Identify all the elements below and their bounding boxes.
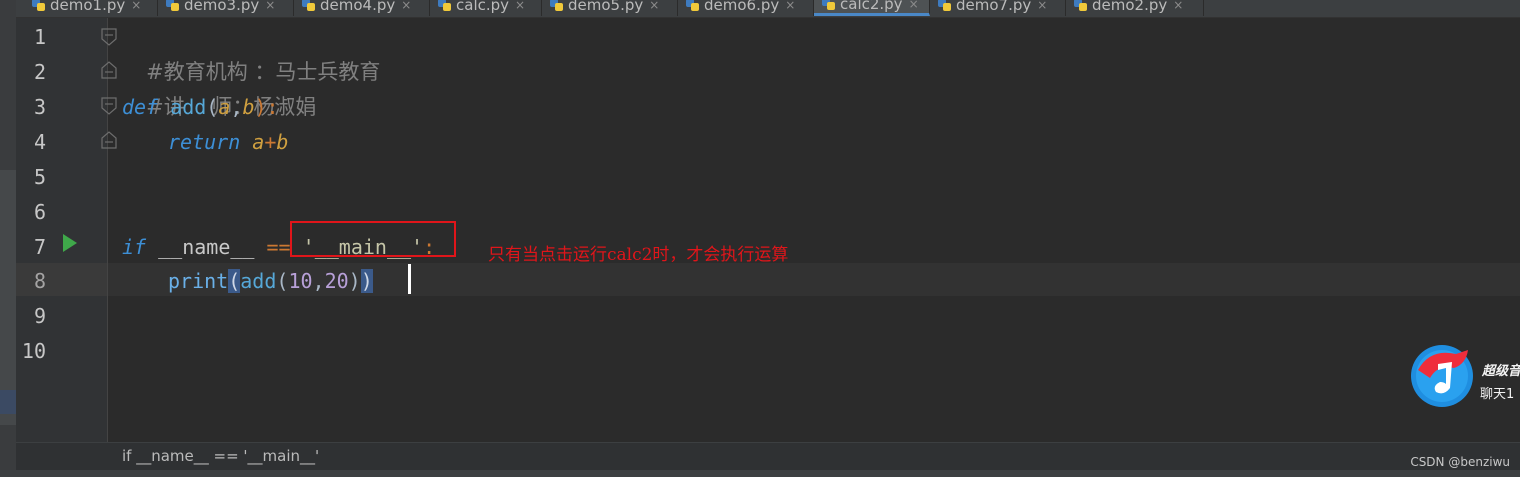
- close-icon[interactable]: ×: [909, 0, 919, 11]
- python-file-icon: [686, 0, 700, 11]
- close-icon[interactable]: ×: [131, 0, 141, 12]
- paren: (: [276, 269, 289, 293]
- logo-title: 超级音: [1482, 364, 1520, 379]
- comma: ,: [230, 95, 243, 119]
- line-number[interactable]: 1: [16, 20, 46, 55]
- keyword-return: return: [168, 130, 241, 154]
- tab-label: demo6.py: [704, 0, 780, 14]
- tab-calc2[interactable]: calc2.py ×: [814, 0, 930, 16]
- fold-end-icon[interactable]: [101, 61, 117, 79]
- param: a: [252, 130, 265, 154]
- comma: ,: [312, 269, 325, 293]
- code-line-1[interactable]: #教育机构 ：马士兵教育: [122, 20, 380, 84]
- close-icon[interactable]: ×: [649, 0, 659, 12]
- line-number[interactable]: 5: [16, 160, 46, 195]
- python-file-icon: [438, 0, 452, 11]
- line-number[interactable]: 4: [16, 125, 46, 160]
- editor-tab-bar: demo1.py × demo3.py × demo4.py × calc.py…: [16, 0, 1520, 18]
- tab-calc[interactable]: calc.py ×: [430, 0, 542, 16]
- tab-label: calc2.py: [840, 0, 903, 13]
- tab-demo7[interactable]: demo7.py ×: [930, 0, 1066, 16]
- python-file-icon: [938, 0, 952, 11]
- close-icon[interactable]: ×: [1037, 0, 1047, 12]
- tab-demo5[interactable]: demo5.py ×: [542, 0, 678, 16]
- tool-strip-marker[interactable]: [0, 390, 16, 414]
- close-icon[interactable]: ×: [515, 0, 525, 12]
- tab-label: demo7.py: [956, 0, 1032, 14]
- tab-demo4[interactable]: demo4.py ×: [294, 0, 430, 16]
- tab-label: demo1.py: [50, 0, 126, 14]
- fold-collapse-icon[interactable]: [101, 97, 117, 115]
- line-number[interactable]: 9: [16, 299, 46, 334]
- paren-colon: ):: [254, 95, 279, 119]
- code-line-8[interactable]: print(add(10,20)): [168, 264, 373, 299]
- python-file-icon: [822, 0, 836, 10]
- tab-label: demo4.py: [320, 0, 396, 14]
- text-caret: [408, 264, 411, 294]
- logo-subtitle: 聊天1: [1480, 387, 1515, 402]
- python-file-icon: [166, 0, 180, 11]
- keyword-if: if: [122, 235, 147, 259]
- dunder-name: __name__: [158, 235, 255, 259]
- paren: ): [348, 269, 361, 293]
- tab-label: calc.py: [456, 0, 510, 14]
- tool-strip-highlight: [0, 170, 16, 425]
- code-line-3[interactable]: def add(a,b):: [122, 90, 279, 125]
- python-file-icon: [550, 0, 564, 11]
- close-icon[interactable]: ×: [265, 0, 275, 12]
- fold-collapse-icon[interactable]: [101, 28, 117, 46]
- code-line-2[interactable]: #讲 师：杨淑娟: [122, 55, 316, 119]
- tab-demo1[interactable]: demo1.py ×: [24, 0, 158, 16]
- code-line-4[interactable]: return a+b: [168, 125, 288, 160]
- builtin-print: print: [168, 269, 229, 293]
- close-icon[interactable]: ×: [785, 0, 795, 12]
- param: b: [276, 130, 289, 154]
- paren-matched: (: [228, 269, 241, 293]
- close-icon[interactable]: ×: [1173, 0, 1183, 12]
- tab-label: demo3.py: [184, 0, 260, 14]
- tab-label: demo5.py: [568, 0, 644, 14]
- paren-matched: ): [360, 269, 373, 293]
- line-number[interactable]: 2: [16, 55, 46, 90]
- function-name: add: [170, 95, 207, 119]
- operator: +: [264, 130, 277, 154]
- left-tool-strip: [0, 0, 16, 477]
- annotation-text: 只有当点击运行calc2时，才会执行运算: [488, 245, 789, 265]
- python-file-icon: [302, 0, 316, 11]
- line-number[interactable]: 3: [16, 90, 46, 125]
- bottom-edge: [0, 470, 1520, 477]
- editor-breadcrumb-bar: if __name__ == '__main__' CSDN @benziwu: [16, 442, 1520, 470]
- close-icon[interactable]: ×: [401, 0, 411, 12]
- python-file-icon: [32, 0, 46, 11]
- keyword-def: def: [122, 95, 159, 119]
- tab-demo3[interactable]: demo3.py ×: [158, 0, 294, 16]
- operator: ==: [266, 235, 291, 259]
- function-call: add: [240, 269, 277, 293]
- gutter-separator: [107, 18, 108, 442]
- breadcrumb[interactable]: if __name__ == '__main__': [122, 447, 319, 465]
- tab-label: demo2.py: [1092, 0, 1168, 14]
- tab-demo2[interactable]: demo2.py ×: [1066, 0, 1204, 16]
- csdn-watermark: CSDN @benziwu: [1410, 455, 1510, 469]
- line-number[interactable]: 8: [16, 264, 46, 299]
- python-file-icon: [1074, 0, 1088, 11]
- param: a: [218, 95, 231, 119]
- line-number[interactable]: 6: [16, 195, 46, 230]
- fold-end-icon[interactable]: [101, 131, 117, 149]
- annotation-highlight-box: [290, 221, 456, 257]
- line-number[interactable]: 7: [16, 230, 46, 265]
- number: 10: [288, 269, 313, 293]
- run-icon[interactable]: [62, 233, 78, 253]
- number: 20: [324, 269, 349, 293]
- tab-demo6[interactable]: demo6.py ×: [678, 0, 814, 16]
- paren: (: [206, 95, 219, 119]
- line-number[interactable]: 10: [16, 334, 46, 369]
- param: b: [242, 95, 255, 119]
